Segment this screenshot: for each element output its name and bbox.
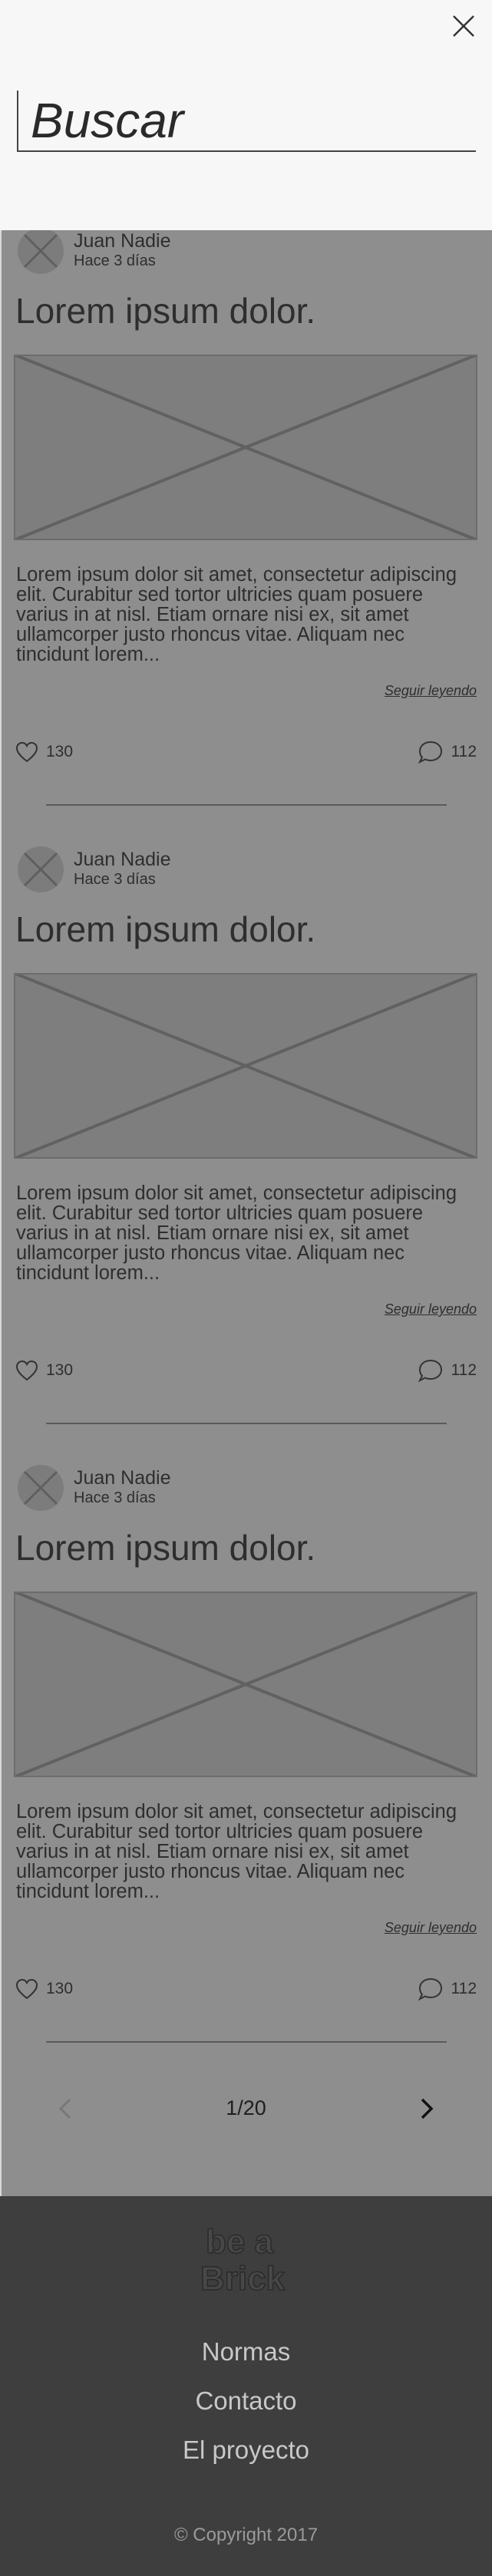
excerpt-line: Lorem ipsum dolor sit amet, consectetur … [16, 1801, 457, 1822]
excerpt-line: ullamcorper justo rhoncus vitae. Aliquam… [16, 1861, 405, 1882]
post-excerpt: Lorem ipsum dolor sit amet, consectetur … [16, 1183, 477, 1283]
heart-icon [15, 1978, 38, 2000]
like-count: 130 [46, 743, 74, 760]
read-more-link[interactable]: Seguir leyendo [385, 683, 477, 699]
footer: be a Brick Normas Contacto El proyecto ©… [0, 2196, 492, 2576]
close-icon[interactable] [448, 11, 479, 41]
read-more-link[interactable]: Seguir leyendo [385, 1920, 477, 1936]
svg-text:be a: be a [206, 2223, 274, 2261]
excerpt-line: varius in at nisl. Etiam ornare nisi ex,… [16, 604, 409, 625]
comment-bubble-icon [418, 1977, 442, 2001]
footer-link-contacto[interactable]: Contacto [0, 2386, 492, 2416]
excerpt-line: Lorem ipsum dolor sit amet, consectetur … [16, 1182, 457, 1204]
comment-count: 112 [451, 1361, 477, 1379]
avatar-placeholder-icon [18, 228, 64, 274]
image-placeholder-icon [14, 1591, 477, 1777]
post-feed: Juan Nadie Hace 3 días Lorem ipsum dolor… [0, 0, 492, 2196]
heart-icon [15, 741, 38, 763]
comment-bubble-icon [418, 740, 442, 764]
excerpt-line: varius in at nisl. Etiam ornare nisi ex,… [16, 1841, 409, 1862]
post-title[interactable]: Lorem ipsum dolor. [15, 290, 315, 331]
excerpt-line: elit. Curabitur sed tortor ultricies qua… [16, 584, 424, 605]
post-time: Hace 3 días [74, 871, 156, 888]
like-button[interactable]: 130 [15, 1357, 73, 1384]
brand-logo[interactable]: be a Brick [0, 2219, 492, 2296]
image-placeholder-icon [14, 355, 477, 540]
comment-button[interactable]: 112 [418, 1357, 477, 1384]
post-title[interactable]: Lorem ipsum dolor. [15, 1527, 315, 1568]
like-count: 130 [46, 1980, 74, 1997]
excerpt-line: tincidunt lorem... [16, 1262, 160, 1284]
comment-bubble-icon [418, 1359, 442, 1383]
post-time: Hace 3 días [74, 252, 156, 269]
like-button[interactable]: 130 [15, 1975, 73, 2003]
pagination: 1/20 [0, 2086, 492, 2132]
avatar-placeholder-icon [18, 1465, 64, 1511]
excerpt-line: varius in at nisl. Etiam ornare nisi ex,… [16, 1222, 409, 1244]
footer-link-normas[interactable]: Normas [0, 2337, 492, 2367]
comment-count: 112 [451, 1980, 477, 1997]
overlay-edge [0, 230, 2, 2196]
footer-link-el-proyecto[interactable]: El proyecto [0, 2436, 492, 2465]
post-author[interactable]: Juan Nadie [74, 1467, 170, 1489]
comment-button[interactable]: 112 [418, 1975, 477, 2003]
comment-button[interactable]: 112 [418, 738, 477, 766]
like-button[interactable]: 130 [15, 738, 73, 766]
image-placeholder-icon [14, 973, 477, 1159]
copyright: © Copyright 2017 [173, 2525, 319, 2545]
excerpt-line: tincidunt lorem... [16, 644, 160, 665]
search-panel [0, 0, 492, 230]
excerpt-line: Lorem ipsum dolor sit amet, consectetur … [16, 564, 457, 585]
excerpt-line: tincidunt lorem... [16, 1881, 160, 1902]
post-title[interactable]: Lorem ipsum dolor. [15, 909, 315, 950]
avatar-placeholder-icon [18, 846, 64, 892]
chevron-right-icon[interactable] [412, 2095, 440, 2122]
post-card: Juan Nadie Hace 3 días Lorem ipsum dolor… [0, 223, 492, 841]
post-divider [46, 804, 447, 806]
post-excerpt: Lorem ipsum dolor sit amet, consectetur … [16, 1802, 477, 1901]
post-time: Hace 3 días [74, 1489, 156, 1506]
post-author[interactable]: Juan Nadie [74, 849, 170, 871]
post-card: Juan Nadie Hace 3 días Lorem ipsum dolor… [0, 841, 492, 1460]
svg-text:Brick: Brick [200, 2260, 286, 2296]
like-count: 130 [46, 1361, 74, 1379]
read-more-link[interactable]: Seguir leyendo [385, 1301, 477, 1318]
search-input[interactable] [17, 91, 476, 152]
excerpt-line: ullamcorper justo rhoncus vitae. Aliquam… [16, 624, 405, 645]
post-divider [46, 2041, 447, 2043]
heart-icon [15, 1360, 38, 1381]
post-divider [46, 1423, 447, 1424]
post-card: Juan Nadie Hace 3 días Lorem ipsum dolor… [0, 1460, 492, 2078]
excerpt-line: ullamcorper justo rhoncus vitae. Aliquam… [16, 1242, 405, 1264]
post-excerpt: Lorem ipsum dolor sit amet, consectetur … [16, 565, 477, 665]
excerpt-line: elit. Curabitur sed tortor ultricies qua… [16, 1821, 424, 1842]
excerpt-line: elit. Curabitur sed tortor ultricies qua… [16, 1202, 424, 1224]
post-author[interactable]: Juan Nadie [74, 230, 170, 252]
comment-count: 112 [451, 743, 477, 760]
